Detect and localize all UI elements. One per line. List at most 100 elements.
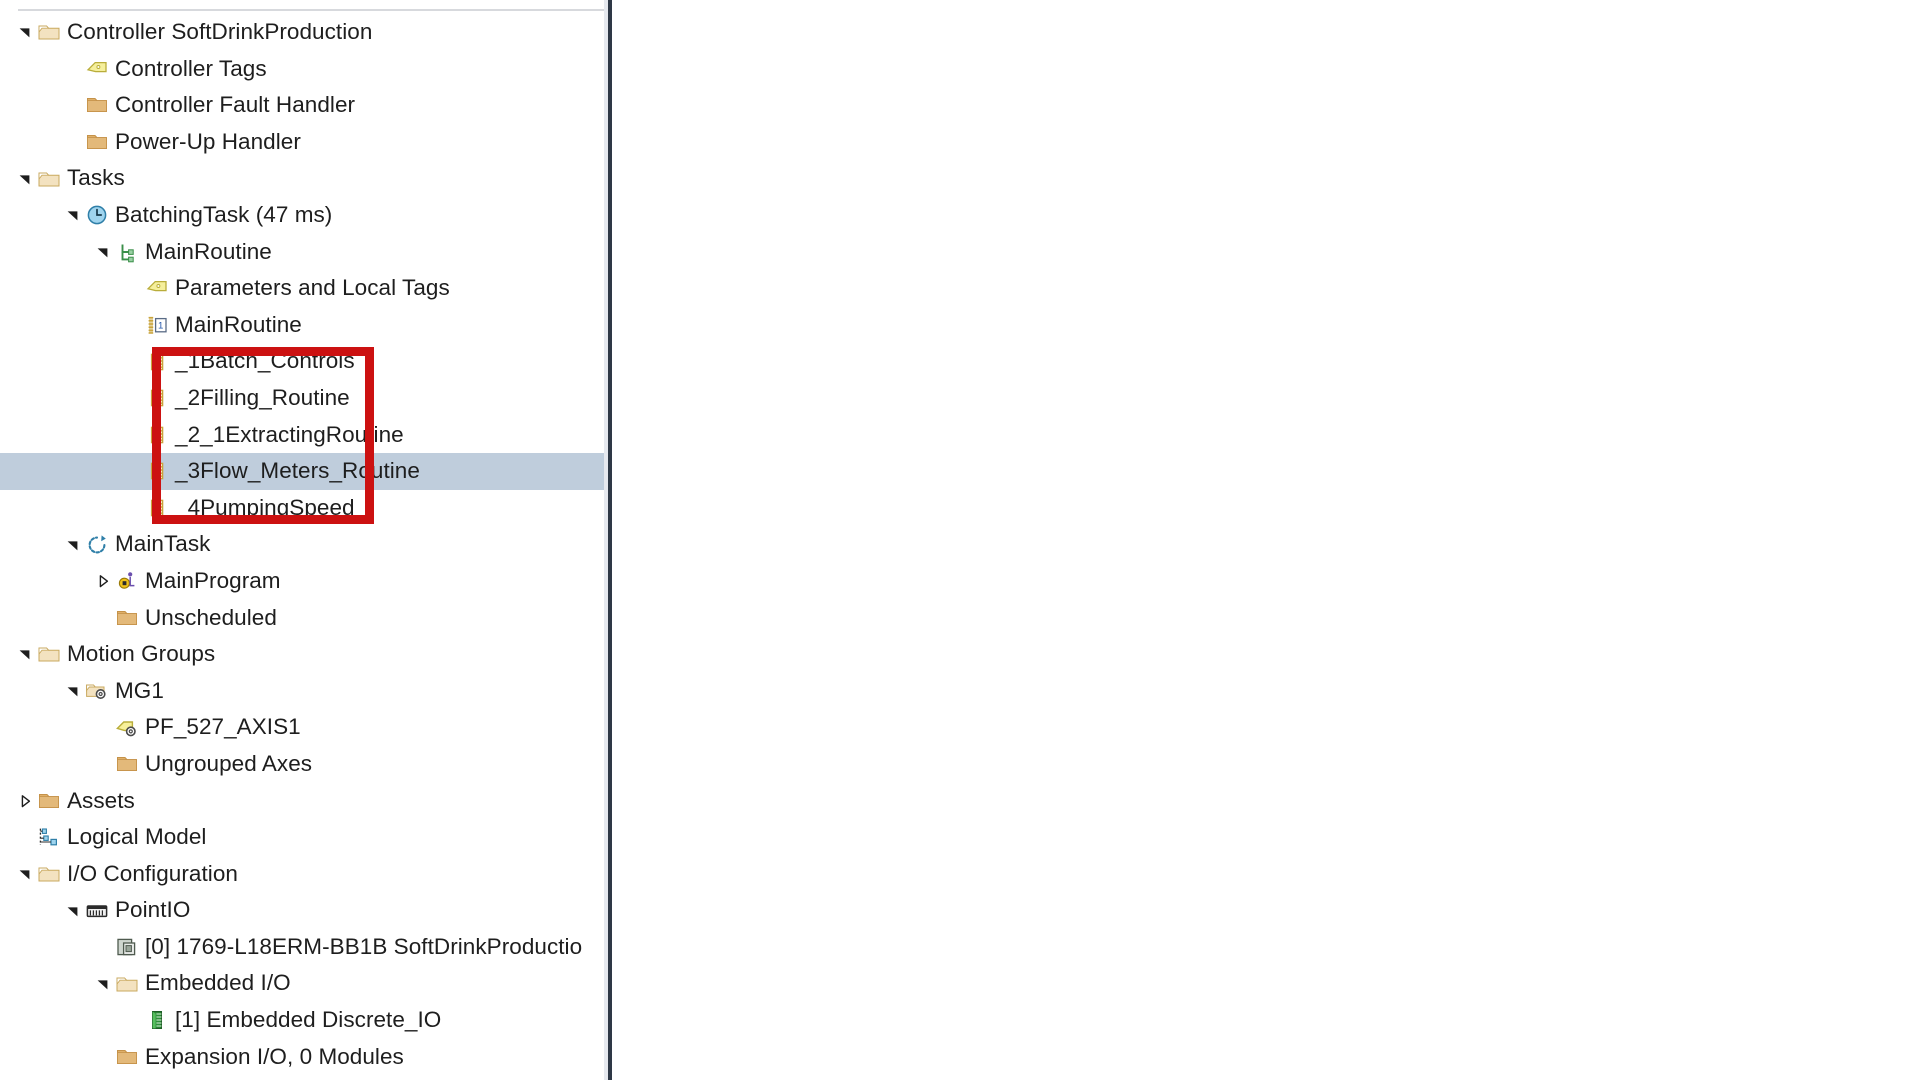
folder-icon	[114, 605, 140, 631]
controller-organizer-tree[interactable]: Controller SoftDrinkProduction Controller…	[0, 14, 604, 1080]
program-icon-yellow	[114, 568, 140, 594]
chevron-down-icon[interactable]	[14, 856, 36, 892]
tree-item-motion-groups[interactable]: Motion Groups	[0, 636, 604, 673]
folder-icon	[84, 129, 110, 155]
tree-item-label: Expansion I/O, 0 Modules	[145, 1043, 404, 1069]
tree-item-batchingtask-47-ms[interactable]: BatchingTask (47 ms)	[0, 197, 604, 234]
folder-icon	[84, 92, 110, 118]
tree-item-maintask[interactable]: MainTask	[0, 526, 604, 563]
continuous-task-icon	[84, 532, 110, 558]
tree-item-label: MainTask	[115, 531, 211, 557]
screenshot-root: Controller SoftDrinkProduction Controller…	[0, 0, 1920, 1080]
chevron-down-icon[interactable]	[14, 14, 36, 50]
tree-item-label: PointIO	[115, 897, 191, 923]
tree-item-controller-tags[interactable]: Controller Tags	[0, 51, 604, 88]
chevron-down-icon[interactable]	[62, 673, 84, 709]
tree-item-label: _2Filling_Routine	[175, 384, 350, 410]
tree-item-unscheduled[interactable]: Unscheduled	[0, 600, 604, 637]
ladder-routine-icon	[144, 422, 170, 448]
tree-item-3flow-meters-routine[interactable]: _3Flow_Meters_Routine	[0, 453, 604, 490]
tree-item-1-embedded-discrete-io[interactable]: [1] Embedded Discrete_IO	[0, 1002, 604, 1039]
chevron-down-icon[interactable]	[62, 197, 84, 233]
tree-item-parameters-and-local-tags[interactable]: Parameters and Local Tags	[0, 270, 604, 307]
tree-item-label: MG1	[115, 677, 164, 703]
tree-item-expansion-i-o-0-modules[interactable]: Expansion I/O, 0 Modules	[0, 1039, 604, 1076]
chevron-down-icon[interactable]	[62, 893, 84, 929]
chevron-down-icon[interactable]	[92, 966, 114, 1002]
axis-icon	[114, 715, 140, 741]
tree-item-label: _3Flow_Meters_Routine	[175, 458, 420, 484]
tree-item-mainroutine[interactable]: 1 MainRoutine	[0, 307, 604, 344]
tree-item-2-1extractingroutine[interactable]: _2_1ExtractingRoutine	[0, 417, 604, 454]
tree-item-logical-model[interactable]: Logical Model	[0, 819, 604, 856]
tree-item-embedded-i-o[interactable]: Embedded I/O	[0, 965, 604, 1002]
tree-item-label: MainRoutine	[175, 311, 302, 337]
tree-item-4pumpingspeed[interactable]: _4PumpingSpeed	[0, 490, 604, 527]
tree-item-0-1769-l18erm-bb1b-softdrinkproductio[interactable]: [0] 1769-L18ERM-BB1B SoftDrinkProductio	[0, 929, 604, 966]
tree-item-2filling-routine[interactable]: _2Filling_Routine	[0, 380, 604, 417]
tree-item-label: I/O Configuration	[67, 860, 238, 886]
chevron-right-icon[interactable]	[92, 563, 114, 599]
clock-task-icon	[84, 202, 110, 228]
tree-item-assets[interactable]: Assets	[0, 782, 604, 819]
module-icon	[114, 934, 140, 960]
chevron-down-icon[interactable]	[62, 527, 84, 563]
tree-item-label: MainProgram	[145, 567, 281, 593]
tree-item-label: Tasks	[67, 165, 125, 191]
tree-item-label: Controller Tags	[115, 55, 267, 81]
tree-item-label: Motion Groups	[67, 641, 216, 667]
chevron-down-icon[interactable]	[14, 636, 36, 672]
folder-icon	[114, 1044, 140, 1070]
tree-item-i-o-configuration[interactable]: I/O Configuration	[0, 856, 604, 893]
program-icon	[114, 239, 140, 265]
controller-folder-icon	[36, 641, 62, 667]
chevron-down-icon[interactable]	[14, 161, 36, 197]
ladder-routine-icon	[144, 385, 170, 411]
panel-right-border	[604, 0, 612, 1080]
tree-item-pointio[interactable]: PointIO	[0, 892, 604, 929]
tree-item-1batch-controls[interactable]: _1Batch_Controls	[0, 343, 604, 380]
tree-item-mg1[interactable]: MG1	[0, 673, 604, 710]
tree-item-power-up-handler[interactable]: Power-Up Handler	[0, 124, 604, 161]
tree-item-mainroutine[interactable]: MainRoutine	[0, 234, 604, 271]
panel-top-divider	[18, 9, 612, 11]
tree-item-label: Assets	[67, 787, 135, 813]
tree-item-controller-fault-handler[interactable]: Controller Fault Handler	[0, 87, 604, 124]
tree-item-ungrouped-axes[interactable]: Ungrouped Axes	[0, 746, 604, 783]
tree-item-label: _4PumpingSpeed	[175, 494, 355, 520]
tree-item-label: _2_1ExtractingRoutine	[175, 421, 404, 447]
chevron-right-icon[interactable]	[14, 783, 36, 819]
tree-item-mainprogram[interactable]: MainProgram	[0, 563, 604, 600]
controller-organizer-panel[interactable]: Controller SoftDrinkProduction Controller…	[0, 0, 612, 1080]
chevron-down-icon[interactable]	[92, 234, 114, 270]
tree-item-controller-softdrinkproduction[interactable]: Controller SoftDrinkProduction	[0, 14, 604, 51]
tree-item-label: Controller SoftDrinkProduction	[67, 19, 373, 45]
tree-item-label: Logical Model	[67, 824, 207, 850]
ladder-routine-icon	[144, 495, 170, 521]
tree-item-label: Ungrouped Axes	[145, 750, 313, 776]
tree-item-label: Controller Fault Handler	[115, 92, 356, 118]
tag-icon	[84, 56, 110, 82]
tree-item-tasks[interactable]: Tasks	[0, 160, 604, 197]
controller-folder-icon	[114, 971, 140, 997]
ladder-routine-icon	[144, 458, 170, 484]
tree-item-pf-527-axis1[interactable]: PF_527_AXIS1	[0, 709, 604, 746]
tree-item-label: Embedded I/O	[145, 970, 291, 996]
tree-item-partial-row[interactable]	[0, 1075, 604, 1080]
controller-folder-icon	[36, 861, 62, 887]
controller-folder-icon	[36, 166, 62, 192]
logical-model-icon	[36, 824, 62, 850]
